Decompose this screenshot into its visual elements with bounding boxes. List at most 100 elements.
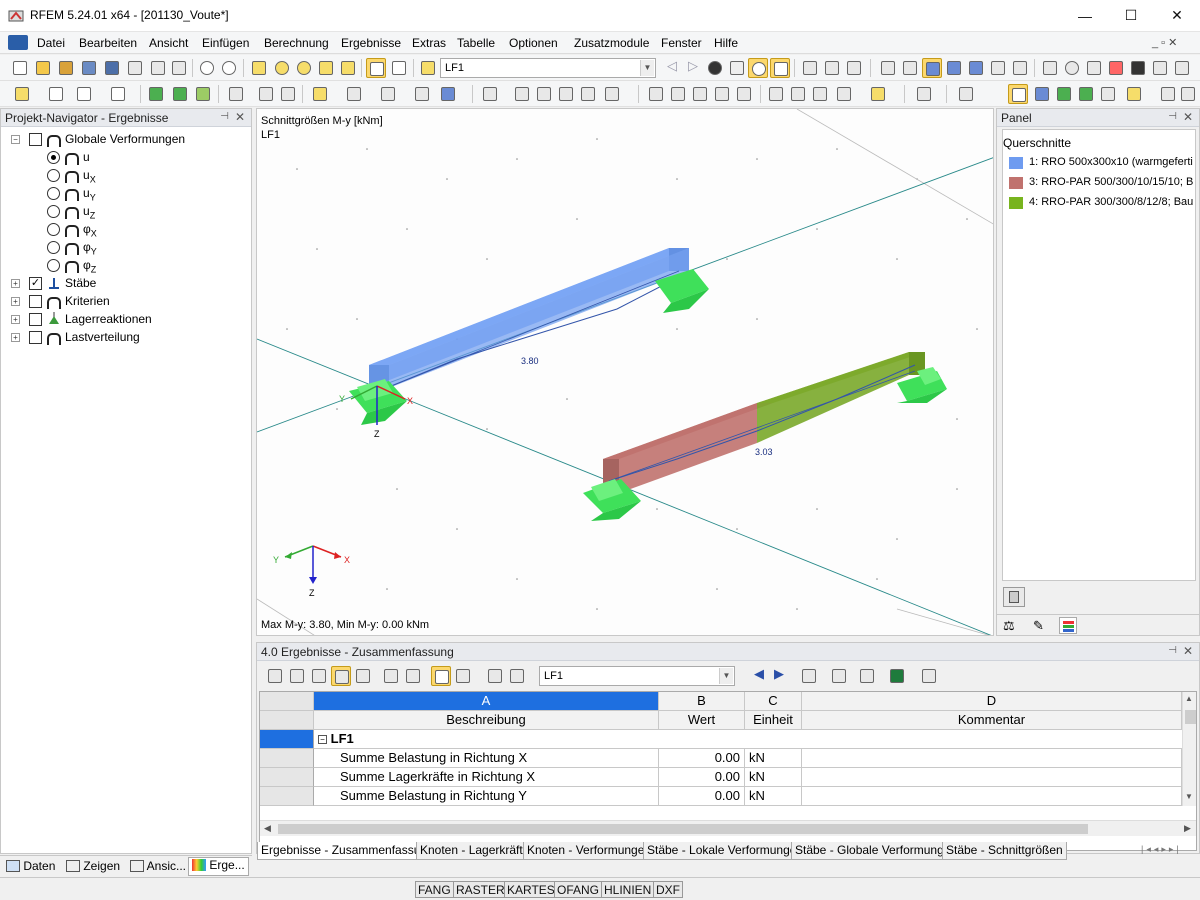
table-format-icon[interactable] <box>485 666 505 686</box>
radio[interactable] <box>47 241 60 254</box>
deformation-icon[interactable] <box>800 58 820 78</box>
polyline-tool-icon[interactable] <box>108 84 128 104</box>
vertical-scrollbar[interactable]: ▲ ▼ <box>1182 692 1196 806</box>
scale-icon[interactable]: ⚖ <box>1003 618 1015 634</box>
radio[interactable] <box>47 223 60 236</box>
group-checkbox[interactable] <box>29 331 42 344</box>
undo-icon[interactable] <box>197 58 217 78</box>
raster-toggle[interactable]: RASTER <box>453 881 508 898</box>
tab-ergebnisse-zusammenfassung[interactable]: Ergebnisse - Zusammenfassung <box>257 842 438 860</box>
table-row-unit[interactable]: kN <box>745 787 802 806</box>
table-row-unit[interactable]: kN <box>745 749 802 768</box>
row-selector[interactable] <box>260 749 314 768</box>
copy-icon[interactable] <box>966 58 986 78</box>
table-row-comment[interactable] <box>802 768 1182 787</box>
beam-2[interactable] <box>603 352 925 499</box>
tab-staebe-globale-verformungen[interactable]: Stäbe - Globale Verformungen <box>791 842 962 860</box>
radio[interactable] <box>47 169 60 182</box>
column-settings-icon[interactable] <box>857 666 877 686</box>
diagram-icon[interactable] <box>822 58 842 78</box>
group-row-lf1[interactable]: − LF1 <box>314 730 1182 749</box>
group-checkbox[interactable] <box>29 313 42 326</box>
section-forces-icon[interactable] <box>844 58 864 78</box>
minimize-button[interactable]: — <box>1062 0 1108 31</box>
menu-extras[interactable]: Extras <box>412 36 446 50</box>
close-icon[interactable]: ✕ <box>1183 110 1193 124</box>
tab-knoten-lagerkraefte[interactable]: Knoten - Lagerkräfte <box>416 842 534 860</box>
tree-group-lastverteilung[interactable]: + Lastverteilung <box>11 329 249 347</box>
grid-icon[interactable] <box>878 58 898 78</box>
lock-icon[interactable] <box>1128 58 1148 78</box>
measure-icon[interactable] <box>1010 58 1030 78</box>
calculate-icon[interactable] <box>316 58 336 78</box>
expand-icon[interactable]: + <box>11 333 20 342</box>
table-edit-icon[interactable] <box>507 666 527 686</box>
tab-staebe-lokale-verformungen[interactable]: Stäbe - Lokale Verformungen <box>643 842 808 860</box>
expand-icon[interactable]: + <box>11 279 20 288</box>
zoom-all-icon[interactable] <box>646 84 666 104</box>
display-options-icon[interactable] <box>868 84 888 104</box>
circle-icon[interactable] <box>1062 58 1082 78</box>
new-file-icon[interactable] <box>10 58 30 78</box>
expand-icon[interactable]: + <box>11 297 20 306</box>
link-selection-icon[interactable] <box>431 666 451 686</box>
previous-icon[interactable]: ◁ <box>662 58 682 78</box>
loadcase-select[interactable]: LF1 ▼ <box>440 58 656 78</box>
dimension-tool-icon[interactable] <box>256 84 276 104</box>
mdi-window-controls-icon[interactable]: _ ▫ ✕ <box>1152 36 1177 49</box>
snap-icon[interactable] <box>900 58 920 78</box>
menu-ergebnisse[interactable]: Ergebnisse <box>341 36 401 50</box>
menu-fenster[interactable]: Fenster <box>661 36 702 50</box>
more-tools-icon[interactable] <box>1158 84 1178 104</box>
group-icon[interactable] <box>534 84 554 104</box>
beam-release-icon[interactable] <box>956 84 976 104</box>
table-icon[interactable] <box>265 666 285 686</box>
result-values-icon[interactable] <box>727 58 747 78</box>
ofang-toggle[interactable]: OFANG <box>554 881 603 898</box>
columns-icon[interactable] <box>353 666 373 686</box>
scroll-down-icon[interactable]: ▼ <box>1185 792 1193 801</box>
view-side-icon[interactable] <box>412 84 432 104</box>
menu-hilfe[interactable]: Hilfe <box>714 36 738 50</box>
open-folder-icon[interactable] <box>33 58 53 78</box>
tab-ansichten[interactable]: Ansic... <box>130 859 186 873</box>
zoom-to-icon[interactable] <box>829 666 849 686</box>
menu-ansicht[interactable]: Ansicht <box>149 36 188 50</box>
menu-berechnung[interactable]: Berechnung <box>264 36 329 50</box>
solid-results-icon[interactable] <box>1054 84 1074 104</box>
open-project-icon[interactable] <box>56 58 76 78</box>
info-icon[interactable] <box>1150 58 1170 78</box>
menu-tabelle[interactable]: Tabelle <box>457 36 495 50</box>
nodal-results-icon[interactable] <box>1076 84 1096 104</box>
radio[interactable] <box>47 205 60 218</box>
table-row-value[interactable]: 0.00 <box>659 749 745 768</box>
close-button[interactable]: ✕ <box>1154 0 1200 31</box>
graphics-viewport[interactable]: Schnittgrößen M-y [kNm] LF1 3.80 3.03 X … <box>256 108 994 636</box>
print-preview-icon[interactable] <box>125 58 145 78</box>
filter-rows-icon[interactable] <box>331 666 351 686</box>
group-checkbox[interactable]: ✓ <box>29 277 42 290</box>
collapse-icon[interactable]: − <box>11 135 20 144</box>
column-letter-a[interactable]: A <box>314 692 659 711</box>
results-loadcase-select[interactable]: LF1 ▼ <box>539 666 735 686</box>
root-checkbox[interactable] <box>29 133 42 146</box>
view-front-icon[interactable] <box>378 84 398 104</box>
render-options-icon[interactable] <box>602 84 622 104</box>
table-row-unit[interactable]: kN <box>745 768 802 787</box>
tab-daten[interactable]: Daten <box>6 859 55 873</box>
radio[interactable] <box>47 187 60 200</box>
link-view-icon[interactable] <box>453 666 473 686</box>
document-icon[interactable] <box>8 35 28 50</box>
menu-zusatzmodule[interactable]: Zusatzmodule <box>574 36 649 50</box>
axis-x-icon[interactable] <box>766 84 786 104</box>
table-row-value[interactable]: 0.00 <box>659 787 745 806</box>
tab-zeigen[interactable]: Zeigen <box>66 859 120 873</box>
tab-ergebnisse[interactable]: Erge... <box>188 857 249 876</box>
pin-icon[interactable]: ⊣ <box>1168 645 1177 656</box>
next-icon[interactable]: ▷ <box>683 58 703 78</box>
values-on-icon[interactable] <box>770 58 790 78</box>
table-row-desc[interactable]: Summe Belastung in Richtung X <box>314 749 659 768</box>
row-selector[interactable] <box>260 787 314 806</box>
print-report-icon[interactable] <box>169 58 189 78</box>
move-icon[interactable] <box>922 58 942 78</box>
